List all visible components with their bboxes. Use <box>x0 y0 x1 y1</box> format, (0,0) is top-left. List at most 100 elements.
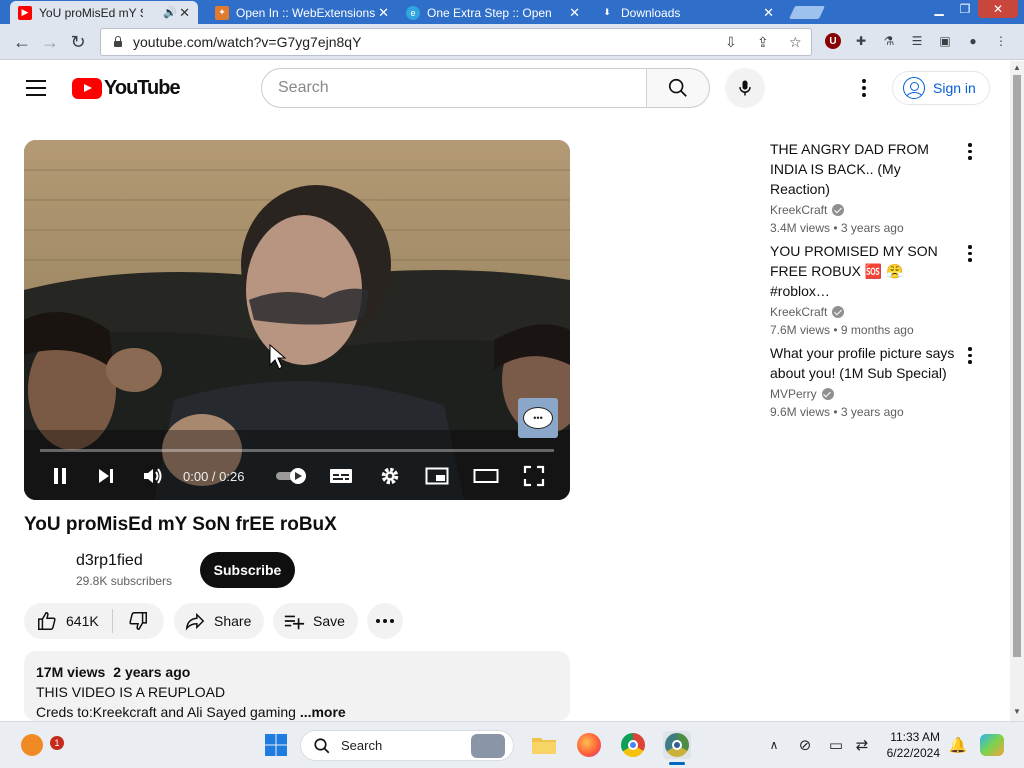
tab-label: YoU proMisEd mY SoN frEE roBuX - YouTube <box>39 5 143 20</box>
ublock-extension-icon[interactable]: U <box>824 32 842 50</box>
display-icon[interactable]: ▭ <box>822 731 850 759</box>
search-button[interactable] <box>646 68 710 108</box>
theater-mode-icon <box>473 469 499 483</box>
pause-icon <box>54 468 66 484</box>
like-button[interactable]: 641K <box>24 603 112 639</box>
recommendation-item[interactable]: THE ANGRY DAD FROM INDIA IS BACK.. (My R… <box>770 139 980 235</box>
clock[interactable]: 11:33 AM 6/22/2024 <box>884 729 940 761</box>
more-link[interactable]: ...more <box>300 704 346 720</box>
reading-list-icon[interactable]: ☰ <box>908 32 926 50</box>
mute-button[interactable] <box>140 464 166 488</box>
firefox-button[interactable] <box>575 731 603 759</box>
search-box[interactable] <box>261 68 647 108</box>
time-display: 0:00 / 0:26 <box>183 469 245 484</box>
tab-youtube[interactable]: ▶ YoU proMisEd mY SoN frEE roBuX - YouTu… <box>10 1 198 24</box>
recommendation-item[interactable]: What your profile picture says about you… <box>770 343 980 419</box>
description-line-credits: Creds to:Kreekcraft and Ali Sayed gaming… <box>36 704 346 720</box>
recommendation-title[interactable]: What your profile picture says about you… <box>770 343 962 383</box>
search-input[interactable] <box>278 79 618 97</box>
close-icon[interactable]: ✕ <box>569 5 580 21</box>
url-text[interactable]: youtube.com/watch?v=G7yg7ejn8qY <box>133 34 361 50</box>
recommendation-meta: 3.4M views • 3 years ago <box>770 221 904 235</box>
miniplayer-button[interactable] <box>424 464 450 488</box>
profile-icon[interactable]: ● <box>964 32 982 50</box>
fullscreen-button[interactable] <box>521 464 547 488</box>
bookmark-star-icon[interactable]: ☆ <box>789 34 802 51</box>
share-icon[interactable]: ⇪ <box>757 34 769 51</box>
page-scrollbar[interactable]: ▲ ▼ <box>1010 61 1024 721</box>
settings-kebab-icon[interactable] <box>852 78 876 98</box>
sign-in-button[interactable]: Sign in <box>892 71 990 105</box>
close-icon[interactable]: ✕ <box>179 5 190 21</box>
sync-icon[interactable]: ⇄ <box>848 731 876 759</box>
scroll-up-icon[interactable]: ▲ <box>1013 63 1021 72</box>
start-button[interactable] <box>262 731 290 759</box>
channel-name[interactable]: d3rp1fied <box>76 552 143 570</box>
windows-taskbar: 1 Search ∧ ⊘ ▭ ⇄ 11:33 AM 6/22/2024 🔔 <box>0 721 1024 768</box>
tab-downloads[interactable]: ⬇ Downloads ✕ <box>592 1 782 24</box>
extensions-puzzle-icon[interactable]: ✚ <box>852 32 870 50</box>
sign-in-label: Sign in <box>933 80 976 96</box>
recommendation-channel[interactable]: KreekCraft <box>770 203 827 217</box>
recommendation-menu-icon[interactable] <box>966 245 974 263</box>
tab-open-in[interactable]: ✦ Open In :: WebExtensions ✕ <box>207 1 397 24</box>
theater-mode-button[interactable] <box>473 464 499 488</box>
channel-watermark[interactable]: ••• <box>518 398 558 438</box>
autoplay-toggle[interactable] <box>274 464 310 488</box>
channel-avatar[interactable] <box>24 553 64 593</box>
next-button[interactable] <box>93 464 119 488</box>
restore-icon[interactable]: ❐ <box>952 0 978 18</box>
thumbs-up-icon <box>38 612 56 630</box>
lock-icon[interactable] <box>113 36 123 48</box>
dislike-button[interactable] <box>113 603 163 639</box>
recommendation-channel[interactable]: MVPerry <box>770 387 817 401</box>
scroll-down-icon[interactable]: ▼ <box>1013 707 1021 716</box>
reload-icon[interactable]: ↻ <box>66 30 90 54</box>
close-icon[interactable]: ✕ <box>763 5 774 21</box>
video-player[interactable]: ••• 0:00 / 0:26 <box>24 140 570 500</box>
recommendation-title[interactable]: THE ANGRY DAD FROM INDIA IS BACK.. (My R… <box>770 139 962 199</box>
recommendation-title[interactable]: YOU PROMISED MY SON FREE ROBUX 🆘 😤 #robl… <box>770 241 962 301</box>
subscribe-button[interactable]: Subscribe <box>200 552 295 588</box>
browser-menu-icon[interactable]: ⋮ <box>992 32 1010 50</box>
youtube-logo[interactable]: YouTube <box>72 77 181 100</box>
address-bar[interactable]: youtube.com/watch?v=G7yg7ejn8qY ⇩ ⇪ ☆ <box>100 28 812 56</box>
progress-bar[interactable] <box>40 449 554 452</box>
more-actions-button[interactable] <box>367 603 403 639</box>
recommendation-item[interactable]: YOU PROMISED MY SON FREE ROBUX 🆘 😤 #robl… <box>770 241 980 337</box>
tab-one-extra-step[interactable]: e One Extra Step :: Open ✕ <box>398 1 588 24</box>
close-icon[interactable]: ✕ <box>378 5 389 21</box>
back-arrow-icon[interactable]: ← <box>10 30 34 54</box>
new-tab-button[interactable] <box>788 6 826 19</box>
subtitles-button[interactable] <box>328 464 354 488</box>
install-icon[interactable]: ⇩ <box>725 34 737 51</box>
save-button[interactable]: Save <box>273 603 358 639</box>
window-close-icon[interactable]: ✕ <box>978 0 1018 18</box>
recommendation-menu-icon[interactable] <box>966 347 974 365</box>
speaker-icon[interactable]: 🔊 <box>163 6 177 19</box>
share-button[interactable]: Share <box>174 603 264 639</box>
minimize-icon[interactable]: ▁ <box>926 0 952 18</box>
pause-button[interactable] <box>47 464 73 488</box>
forward-arrow-icon[interactable]: → <box>38 30 62 54</box>
settings-button[interactable] <box>377 464 403 488</box>
flask-icon[interactable]: ⚗ <box>880 32 898 50</box>
side-panel-icon[interactable]: ▣ <box>936 32 954 50</box>
recommendation-menu-icon[interactable] <box>966 143 974 161</box>
bell-icon[interactable]: 🔔 <box>944 731 972 759</box>
chrome-canary-button[interactable] <box>663 731 691 759</box>
copilot-button[interactable] <box>978 731 1006 759</box>
tray-chevron-icon[interactable]: ∧ <box>760 731 788 759</box>
scrollbar-thumb[interactable] <box>1013 75 1021 657</box>
file-explorer-button[interactable] <box>530 731 558 759</box>
recommendation-channel[interactable]: KreekCraft <box>770 305 827 319</box>
microphone-icon <box>739 80 751 96</box>
taskbar-search[interactable]: Search <box>300 730 514 761</box>
hamburger-menu-icon[interactable] <box>26 80 46 96</box>
chrome-button[interactable] <box>619 731 647 759</box>
network-offline-icon[interactable]: ⊘ <box>791 731 819 759</box>
notification-badge: 1 <box>50 736 64 750</box>
voice-search-button[interactable] <box>725 68 765 108</box>
description-box[interactable]: 17M views 2 years ago THIS VIDEO IS A REU… <box>24 651 570 721</box>
weather-widget[interactable]: 1 <box>18 731 64 759</box>
